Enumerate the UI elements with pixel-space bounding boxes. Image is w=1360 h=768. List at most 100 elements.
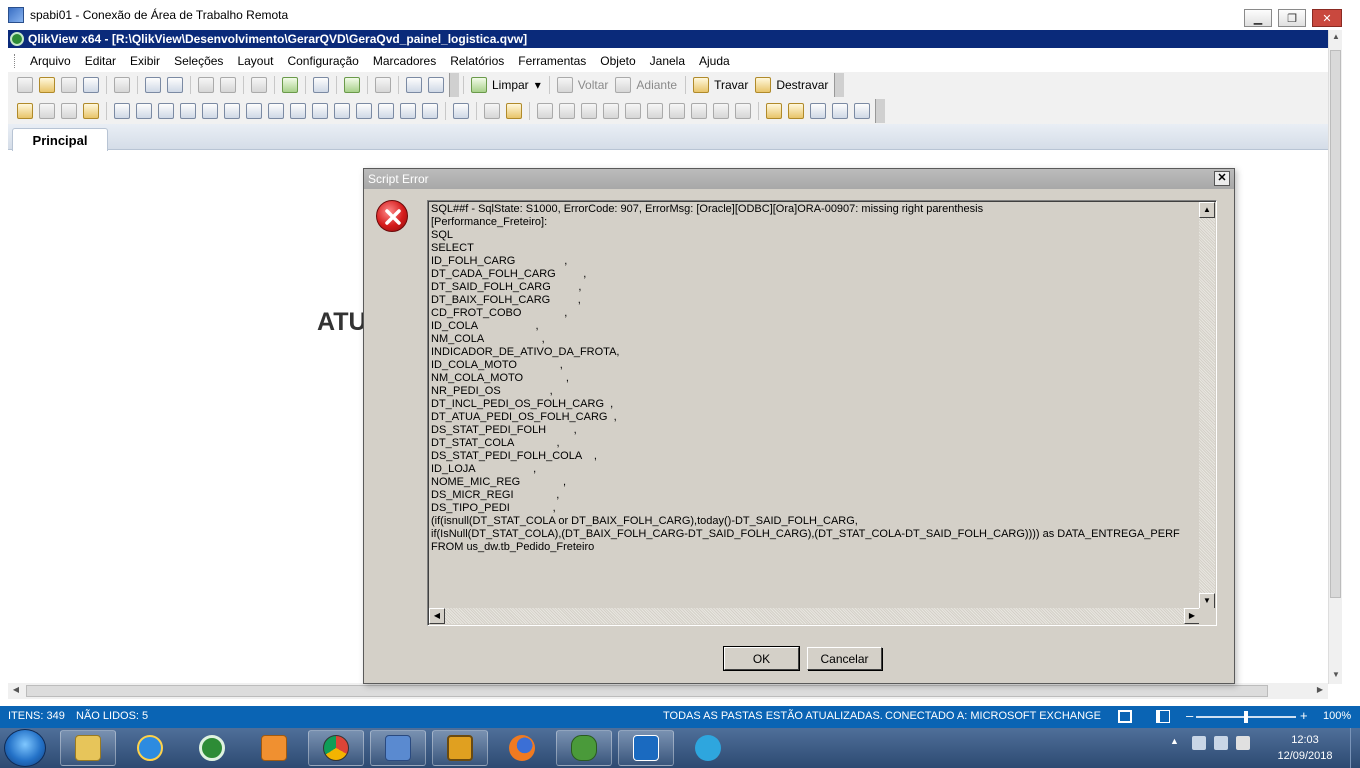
- minimize-button[interactable]: ▁: [1244, 9, 1272, 27]
- error-message-box[interactable]: SQL##f - SqlState: S1000, ErrorCode: 907…: [427, 200, 1217, 626]
- message-scroll-left-icon[interactable]: ◀: [429, 608, 445, 624]
- sheet-demote-icon[interactable]: [61, 103, 77, 119]
- input-box-icon[interactable]: [224, 103, 240, 119]
- menu-janela[interactable]: Janela: [643, 54, 692, 68]
- current-selections-icon[interactable]: [246, 103, 262, 119]
- horizontal-scrollbar[interactable]: ◀ ▶: [8, 683, 1328, 699]
- taskbar-media-player[interactable]: [246, 730, 302, 766]
- sheet-edit-icon[interactable]: [810, 103, 826, 119]
- sheet-properties-icon[interactable]: [83, 103, 99, 119]
- server-objects-icon[interactable]: [453, 103, 469, 119]
- menu-marcadores[interactable]: Marcadores: [366, 54, 443, 68]
- taskbar-file-explorer[interactable]: [60, 730, 116, 766]
- arrange-vertical-icon[interactable]: [735, 103, 751, 119]
- clear-dropdown-icon[interactable]: ▾: [535, 78, 541, 92]
- unlock-button[interactable]: Destravar: [776, 78, 828, 92]
- toolbar-overflow[interactable]: [834, 73, 845, 97]
- scroll-right-icon[interactable]: ▶: [1314, 685, 1326, 697]
- flag-icon[interactable]: [1236, 736, 1250, 750]
- format-painter-icon[interactable]: [484, 103, 500, 119]
- list-box-icon[interactable]: [114, 103, 130, 119]
- text-object-icon[interactable]: [290, 103, 306, 119]
- bookmark-object-icon[interactable]: [356, 103, 372, 119]
- message-vertical-scrollbar[interactable]: ▲ ▼: [1199, 202, 1215, 609]
- slider-icon[interactable]: [334, 103, 350, 119]
- search-icon[interactable]: [251, 77, 267, 93]
- toolbar-overflow[interactable]: [875, 99, 885, 123]
- volume-icon[interactable]: [1214, 736, 1228, 750]
- back-button[interactable]: Voltar: [578, 78, 609, 92]
- menu-relatorios[interactable]: Relatórios: [443, 54, 511, 68]
- reload-script-icon[interactable]: [167, 77, 183, 93]
- edit-script-icon[interactable]: [145, 77, 161, 93]
- menu-objeto[interactable]: Objeto: [593, 54, 642, 68]
- normal-view-icon[interactable]: [1118, 710, 1132, 723]
- container-icon[interactable]: [400, 103, 416, 119]
- search-object-icon[interactable]: [378, 103, 394, 119]
- show-hidden-icons-icon[interactable]: ▲: [1170, 736, 1184, 750]
- taskbar-frog-app[interactable]: [556, 730, 612, 766]
- scroll-left-icon[interactable]: ◀: [10, 685, 22, 697]
- error-message-text[interactable]: SQL##f - SqlState: S1000, ErrorCode: 907…: [430, 203, 1200, 609]
- taskbar-clock[interactable]: 12:03 12/09/2018: [1270, 732, 1340, 764]
- properties-icon[interactable]: [375, 77, 391, 93]
- star-icon[interactable]: [344, 77, 360, 93]
- menu-exibir[interactable]: Exibir: [123, 54, 167, 68]
- menu-ajuda[interactable]: Ajuda: [692, 54, 737, 68]
- start-button[interactable]: [4, 729, 46, 767]
- align-bottom-icon[interactable]: [603, 103, 619, 119]
- button-object-icon[interactable]: [268, 103, 284, 119]
- align-right-icon[interactable]: [581, 103, 597, 119]
- taskbar-telegram[interactable]: [680, 730, 736, 766]
- horizontal-scroll-thumb[interactable]: [26, 685, 1268, 697]
- lock-button[interactable]: Travar: [714, 78, 748, 92]
- align-center-icon[interactable]: [559, 103, 575, 119]
- scroll-up-icon[interactable]: ▲: [1330, 32, 1342, 46]
- chart-icon[interactable]: [313, 77, 329, 93]
- zoom-out-button[interactable]: –: [1186, 708, 1193, 723]
- chart-object-icon[interactable]: [202, 103, 218, 119]
- table-viewer-icon[interactable]: [832, 103, 848, 119]
- clear-icon[interactable]: [471, 77, 487, 93]
- scroll-down-icon[interactable]: ▼: [1330, 670, 1342, 684]
- save-icon[interactable]: [83, 77, 99, 93]
- message-scroll-right-icon[interactable]: ▶: [1184, 608, 1200, 624]
- dialog-close-button[interactable]: ✕: [1214, 171, 1230, 186]
- zoom-slider-thumb[interactable]: [1244, 711, 1248, 723]
- network-icon[interactable]: [1192, 736, 1206, 750]
- space-horizontal-icon[interactable]: [669, 103, 685, 119]
- clear-button[interactable]: Limpar: [492, 78, 529, 92]
- toolbar-overflow[interactable]: [449, 73, 459, 97]
- menu-arquivo[interactable]: Arquivo: [23, 54, 78, 68]
- align-top-icon[interactable]: [625, 103, 641, 119]
- table-box-icon[interactable]: [180, 103, 196, 119]
- help-icon[interactable]: [406, 77, 422, 93]
- message-horizontal-scrollbar[interactable]: ◀ ▶: [429, 608, 1200, 624]
- redo-icon[interactable]: [220, 77, 236, 93]
- expression-overview-icon[interactable]: [854, 103, 870, 119]
- menu-editar[interactable]: Editar: [78, 54, 123, 68]
- restore-button[interactable]: ❐: [1278, 9, 1306, 27]
- design-grid-icon[interactable]: [506, 103, 522, 119]
- sheet-promote-icon[interactable]: [39, 103, 55, 119]
- menu-ferramentas[interactable]: Ferramentas: [511, 54, 593, 68]
- reload-icon[interactable]: [61, 77, 77, 93]
- taskbar-outlook[interactable]: [618, 730, 674, 766]
- checkbox-icon[interactable]: [282, 77, 298, 93]
- menu-selecoes[interactable]: Seleções: [167, 54, 230, 68]
- align-middle-icon[interactable]: [647, 103, 663, 119]
- taskbar-chrome[interactable]: [308, 730, 364, 766]
- message-scroll-up-icon[interactable]: ▲: [1199, 202, 1215, 218]
- tab-principal[interactable]: Principal: [12, 128, 108, 151]
- new-sheet-icon[interactable]: [17, 103, 33, 119]
- message-scroll-down-icon[interactable]: ▼: [1199, 593, 1215, 609]
- taskbar-firefox[interactable]: [494, 730, 550, 766]
- cancel-button[interactable]: Cancelar: [807, 647, 882, 670]
- taskbar-remote-desktop[interactable]: [370, 730, 426, 766]
- undo-icon[interactable]: [198, 77, 214, 93]
- new-icon[interactable]: [17, 77, 33, 93]
- taskbar-cpu-app[interactable]: [432, 730, 488, 766]
- context-help-icon[interactable]: [428, 77, 444, 93]
- zoom-in-button[interactable]: +: [1300, 708, 1308, 723]
- zoom-level[interactable]: 100%: [1323, 710, 1351, 722]
